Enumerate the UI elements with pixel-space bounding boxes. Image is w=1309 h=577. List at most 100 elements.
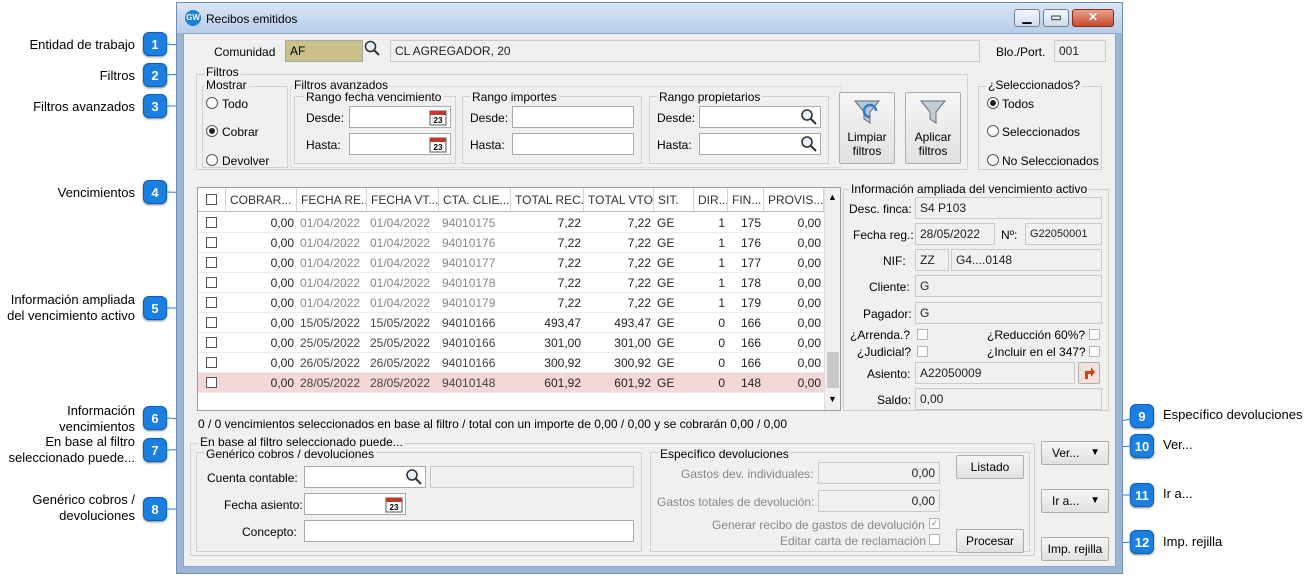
table-row[interactable]: 0,00 01/04/2022 01/04/2022 94010177 7,22 7,22…: [198, 253, 824, 273]
search-icon[interactable]: [405, 468, 423, 489]
grid-column-header[interactable]: FECHA VT...: [367, 188, 439, 212]
table-row[interactable]: 0,00 01/04/2022 01/04/2022 94010178 7,22 7,22…: [198, 273, 824, 293]
procesar-button[interactable]: Procesar: [956, 529, 1024, 553]
grid-column-header[interactable]: FIN...: [728, 188, 764, 212]
cell-cta: 94010166: [442, 336, 496, 350]
pagador-field: G: [915, 302, 1102, 324]
cell-cta: 94010175: [442, 216, 496, 230]
comunidad-label: Comunidad: [214, 45, 276, 59]
calendar-icon[interactable]: 23: [429, 108, 447, 129]
grid-column-header[interactable]: TOTAL VTO.: [584, 188, 654, 212]
comunidad-code-input[interactable]: AF: [285, 40, 363, 62]
table-row[interactable]: 0,00 26/05/2022 26/05/2022 94010166 300,92 30…: [198, 353, 824, 373]
ver-button[interactable]: Ver... ▼: [1041, 441, 1109, 465]
title-bar[interactable]: GW Recibos emitidos ▁ ▭ ✕: [177, 3, 1122, 33]
table-row[interactable]: 0,00 28/05/2022 28/05/2022 94010148 601,92 60…: [198, 373, 824, 393]
close-button[interactable]: ✕: [1072, 9, 1114, 27]
asiento-field: A22050009: [915, 362, 1075, 384]
row-checkbox[interactable]: [206, 217, 217, 228]
cliente-field: G: [915, 275, 1102, 297]
radio-todo[interactable]: [206, 97, 218, 109]
radio-devolver[interactable]: [206, 154, 218, 166]
desc-finca-label: Desc. finca:: [849, 202, 912, 216]
aplicar-filtros-button[interactable]: Aplicar filtros: [905, 92, 961, 164]
grid-column-header[interactable]: TOTAL REC.: [511, 188, 584, 212]
limpiar-filtros-button[interactable]: Limpiar filtros: [839, 92, 895, 164]
vencimientos-grid[interactable]: COBRAR... FECHA RE... FECHA VT... CTA. CLIE…: [197, 187, 841, 411]
row-checkbox[interactable]: [206, 377, 217, 388]
judicial-checkbox[interactable]: [917, 346, 928, 357]
grid-column-header[interactable]: CTA. CLIE...: [439, 188, 511, 212]
table-row[interactable]: 0,00 01/04/2022 01/04/2022 94010175 7,22 7,22…: [198, 213, 824, 233]
clear-filter-icon: [853, 100, 881, 124]
grid-column-header[interactable]: FECHA RE...: [297, 188, 367, 212]
cell-dir: 1: [718, 296, 725, 310]
incluir-347-label: ¿Incluir en el 347?: [987, 345, 1086, 359]
select-all-checkbox[interactable]: [206, 194, 217, 205]
maximize-button[interactable]: ▭: [1043, 9, 1069, 27]
editar-carta-checkbox[interactable]: [929, 534, 940, 545]
table-row[interactable]: 0,00 01/04/2022 01/04/2022 94010176 7,22 7,22…: [198, 233, 824, 253]
cell-provis: 0,00: [797, 216, 821, 230]
imp-rejilla-button[interactable]: Imp. rejilla: [1041, 537, 1109, 561]
chevron-down-icon: ▼: [1090, 495, 1100, 506]
cell-sit: GE: [657, 236, 675, 250]
scroll-down-icon[interactable]: ▼: [828, 394, 837, 404]
reduccion-checkbox[interactable]: [1089, 329, 1100, 340]
cell-cobrar: 0,00: [270, 216, 294, 230]
nif-field: G4....0148: [951, 249, 1102, 271]
search-icon[interactable]: [800, 135, 818, 156]
grid-header-select-all[interactable]: [198, 188, 226, 212]
importe-hasta-input[interactable]: [512, 133, 634, 155]
cell-cobrar: 0,00: [270, 296, 294, 310]
pagador-label: Pagador:: [863, 307, 912, 321]
row-checkbox[interactable]: [206, 357, 217, 368]
cell-fecha-vt: 01/04/2022: [370, 236, 431, 250]
table-row[interactable]: 0,00 15/05/2022 15/05/2022 94010166 493,47 49…: [198, 313, 824, 333]
incluir-347-checkbox[interactable]: [1089, 346, 1100, 357]
scroll-up-icon[interactable]: ▲: [828, 192, 837, 202]
nif-label: NIF:: [883, 254, 906, 268]
fecha-asiento-label: Fecha asiento:: [224, 498, 303, 512]
svg-text:23: 23: [434, 143, 443, 152]
calendar-icon[interactable]: 23: [385, 495, 403, 516]
svg-text:23: 23: [434, 116, 443, 125]
fecha-reg-label: Fecha reg.:: [853, 228, 914, 242]
arrenda-checkbox[interactable]: [917, 329, 928, 340]
radio-no-seleccionados[interactable]: [987, 154, 999, 166]
row-checkbox[interactable]: [206, 337, 217, 348]
row-checkbox[interactable]: [206, 257, 217, 268]
search-icon[interactable]: [800, 108, 818, 129]
rango-propietarios-title: Rango propietarios: [657, 90, 763, 104]
filtros-title: Filtros: [204, 65, 241, 79]
grid-scrollbar[interactable]: ▲ ▼: [824, 188, 840, 410]
ira-button[interactable]: Ir a... ▼: [1041, 489, 1109, 513]
grid-column-header[interactable]: DIR...: [694, 188, 728, 212]
minimize-button[interactable]: ▁: [1014, 9, 1040, 27]
row-checkbox[interactable]: [206, 317, 217, 328]
row-checkbox[interactable]: [206, 297, 217, 308]
comunidad-search-button[interactable]: [361, 40, 383, 62]
radio-todos[interactable]: [987, 97, 999, 109]
calendar-icon[interactable]: 23: [429, 135, 447, 156]
listado-button[interactable]: Listado: [956, 455, 1024, 479]
cell-fin: 177: [740, 256, 761, 270]
importe-desde-input[interactable]: [512, 106, 634, 128]
generar-recibo-checkbox[interactable]: ✓: [929, 518, 940, 529]
cell-fecha-re: 01/04/2022: [300, 236, 361, 250]
scroll-thumb[interactable]: [827, 352, 839, 388]
cell-sit: GE: [657, 256, 675, 270]
table-row[interactable]: 0,00 25/05/2022 25/05/2022 94010166 301,00 30…: [198, 333, 824, 353]
grid-column-header[interactable]: SIT.: [654, 188, 694, 212]
cell-fecha-re: 01/04/2022: [300, 276, 361, 290]
radio-cobrar[interactable]: [206, 125, 218, 137]
grid-column-header[interactable]: COBRAR...: [226, 188, 297, 212]
cell-total-rec: 7,22: [557, 236, 581, 250]
radio-seleccionados[interactable]: [987, 125, 999, 137]
concepto-input[interactable]: [304, 520, 634, 542]
asiento-go-button[interactable]: [1078, 362, 1100, 384]
row-checkbox[interactable]: [206, 277, 217, 288]
table-row[interactable]: 0,00 01/04/2022 01/04/2022 94010179 7,22 7,22…: [198, 293, 824, 313]
grid-column-header[interactable]: PROVIS...: [764, 188, 824, 212]
row-checkbox[interactable]: [206, 237, 217, 248]
